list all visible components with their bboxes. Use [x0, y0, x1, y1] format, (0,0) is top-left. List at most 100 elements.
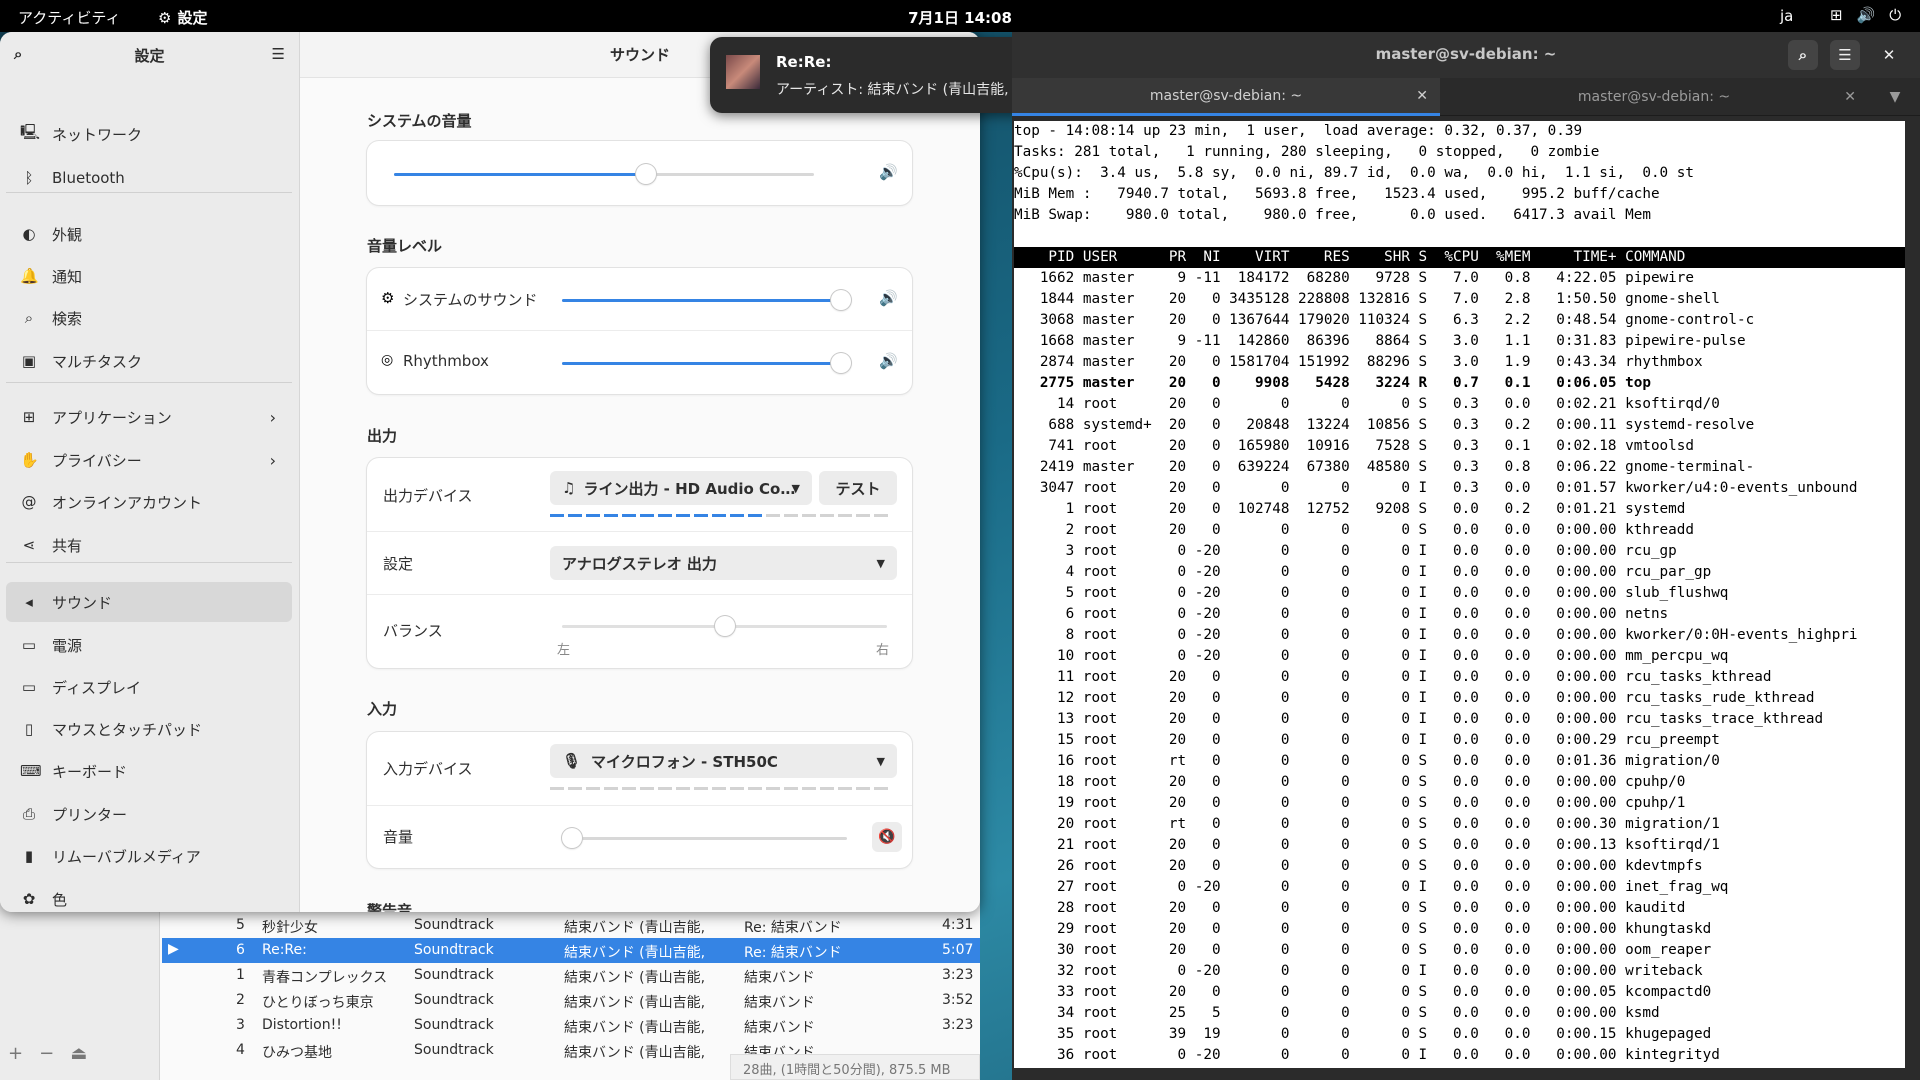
add-icon[interactable]: + [8, 1043, 23, 1064]
chevron-down-icon[interactable]: ▼ [1880, 78, 1910, 116]
process-row: 3068 master 20 0 1367644 179020 110324 S… [1014, 312, 1755, 328]
sidebar-item-share[interactable]: ⋖ 共有 [6, 525, 292, 565]
terminal-tab[interactable]: master@sv-debian: ~ ✕ [1440, 78, 1868, 116]
terminal-titlebar: master@sv-debian: ~ ⌕ ☰ ✕ [1012, 32, 1920, 78]
input-method-indicator[interactable]: ja [1780, 7, 1793, 25]
menu-icon[interactable]: ☰ [272, 45, 285, 63]
balance-slider[interactable] [562, 616, 887, 636]
process-row: 2775 master 20 0 9908 5428 3224 R 0.7 0.… [1014, 375, 1651, 391]
sidebar-item-label: アプリケーション [52, 408, 172, 427]
track-row[interactable]: ▶ 6 Re:Re: Soundtrack 結束バンド (青山吉能, ... Re: 結束… [162, 938, 980, 963]
mute-icon[interactable]: 🔇 [872, 822, 902, 852]
output-device-dropdown[interactable]: ♫ ライン出力 - HD Audio Co… ▼ [550, 471, 812, 505]
rhythmbox-label: Rhythmbox [403, 352, 489, 370]
close-icon[interactable]: ✕ [1844, 89, 1856, 105]
eject-icon[interactable]: ⏏ [70, 1043, 87, 1064]
sidebar-item-bell[interactable]: 🔔 通知 [6, 256, 292, 296]
sidebar-item-label: 検索 [52, 309, 83, 328]
mouse-icon: ▯ [24, 720, 34, 738]
app-menu[interactable]: ⚙ 設定 [158, 7, 207, 28]
sidebar-item-network[interactable]: 🖳 ネットワーク [6, 114, 292, 154]
meter-segment [568, 514, 582, 517]
chevron-down-icon: ▼ [876, 556, 885, 570]
volume-high-icon[interactable]: 🔊 [879, 289, 898, 307]
meter-segment [694, 787, 708, 790]
sidebar-item-label: マルチタスク [52, 352, 143, 371]
volume-high-icon[interactable]: 🔊 [879, 352, 898, 370]
sidebar-item-printer[interactable]: ⎙ プリンター [6, 794, 292, 834]
meter-segment [694, 514, 708, 517]
test-button[interactable]: テスト [819, 471, 897, 505]
sidebar-item-at[interactable]: @ オンラインアカウント [6, 482, 292, 522]
input-volume-slider[interactable] [562, 828, 847, 848]
track-artist: 結束バンド (青山吉能, ... [564, 1045, 704, 1061]
chevron-down-icon: ▼ [876, 754, 885, 768]
sidebar-item-label: サウンド [52, 593, 113, 612]
track-title: Distortion!! [262, 1017, 342, 1033]
sidebar-item-power[interactable]: ▭ 電源 [6, 625, 292, 665]
terminal-tab[interactable]: master@sv-debian: ~ ✕ [1012, 78, 1440, 116]
share-icon: ⋖ [22, 536, 36, 554]
track-row[interactable]: 3 Distortion!! Soundtrack 結束バンド (青山吉能, ... 結… [162, 1013, 980, 1038]
meter-segment [838, 514, 852, 517]
input-device-dropdown[interactable]: 🎙 マイクロフォン - STH50C ▼ [550, 744, 897, 778]
sidebar-item-keyboard[interactable]: ⌨ キーボード [6, 751, 292, 791]
sidebar-item-appearance[interactable]: ◐ 外観 [6, 214, 292, 254]
track-row[interactable]: 5 秒針少女 Soundtrack 結束バンド (青山吉能, ... Re: 結束バンド… [162, 913, 980, 938]
rhythmbox-sidebar: + − ⏏ [0, 900, 160, 1080]
sidebar-item-mouse[interactable]: ▯ マウスとタッチパッド [6, 709, 292, 749]
meter-segment [658, 514, 672, 517]
system-sounds-slider[interactable] [562, 290, 852, 310]
sidebar-item-search[interactable]: ⌕ 検索 [6, 298, 292, 338]
top-summary-line: MiB Mem : 7940.7 total, 5693.8 free, 152… [1014, 186, 1660, 202]
sidebar-item-sound[interactable]: ◂ サウンド [6, 582, 292, 622]
meter-segment [820, 787, 834, 790]
process-row: 2874 master 20 0 1581704 151992 88296 S … [1014, 354, 1703, 370]
sidebar-item-privacy[interactable]: ✋ プライバシー › [6, 440, 292, 480]
settings-sidebar: ⌕ 設定 ☰ 🖳 ネットワーク ᛒ Bluetooth ◐ 外観 🔔 通知 ⌕ 検索 ▣ マルチタスク… [0, 32, 300, 912]
process-row: 19 root 20 0 0 0 0 S 0.0 0.0 0:00.00 cpu… [1014, 795, 1686, 811]
sidebar-item-display[interactable]: ▭ ディスプレイ [6, 667, 292, 707]
meter-segment [658, 787, 672, 790]
track-number: 6 [236, 942, 245, 958]
clock[interactable]: 7月1日 14:08 [908, 9, 1012, 27]
terminal-output[interactable]: top - 14:08:14 up 23 min, 1 user, load a… [1014, 121, 1905, 1068]
meter-segment [766, 787, 780, 790]
rhythmbox-volume-slider[interactable] [562, 353, 852, 373]
menu-icon[interactable]: ☰ [1830, 40, 1860, 70]
meter-segment [802, 514, 816, 517]
activities-button[interactable]: アクティビティ [18, 7, 120, 28]
sidebar-item-apps[interactable]: ⊞ アプリケーション › [6, 397, 292, 437]
sidebar-item-color[interactable]: ✿ 色 [6, 879, 292, 912]
section-system-volume: システムの音量 [367, 112, 472, 130]
meter-segment [676, 514, 690, 517]
close-icon[interactable]: ✕ [1874, 40, 1904, 70]
close-icon[interactable]: ✕ [1416, 88, 1428, 104]
meter-segment [874, 787, 888, 790]
process-row: 10 root 0 -20 0 0 0 I 0.0 0.0 0:00.00 mm… [1014, 648, 1729, 664]
track-artist: 結束バンド (青山吉能, ... [564, 970, 704, 986]
app-menu-label: 設定 [177, 9, 208, 27]
search-icon[interactable]: ⌕ [1788, 40, 1818, 70]
volume-high-icon[interactable]: 🔊 [879, 163, 898, 181]
remove-icon[interactable]: − [39, 1043, 54, 1064]
process-row: 3047 root 20 0 0 0 0 I 0.3 0.0 0:01.57 k… [1014, 480, 1858, 496]
track-genre: Soundtrack [414, 992, 494, 1008]
appearance-icon: ◐ [22, 225, 36, 243]
search-icon[interactable]: ⌕ [14, 45, 22, 63]
sidebar-item-label: 共有 [52, 536, 83, 555]
system-tray[interactable]: ⊞ 🔊 ⏻ [1830, 6, 1901, 24]
input-card: 入力デバイス 🎙 マイクロフォン - STH50C ▼ 音量 🔇 [367, 732, 912, 868]
track-row[interactable]: 2 ひとりぼっち東京 Soundtrack 結束バンド (青山吉能, ... 結束バンド… [162, 988, 980, 1013]
sidebar-item-media[interactable]: ▮ リムーバブルメディア [6, 836, 292, 876]
process-row: 14 root 20 0 0 0 0 S 0.3 0.0 0:02.21 kso… [1014, 396, 1720, 412]
track-row[interactable]: 1 青春コンプレックス Soundtrack 結束バンド (青山吉能, ... 結束バン… [162, 963, 980, 988]
track-title: ひとりぼっち東京 [262, 995, 374, 1011]
track-artist: 結束バンド (青山吉能, ... [564, 945, 704, 961]
process-row: 2 root 20 0 0 0 0 S 0.0 0.0 0:00.00 kthr… [1014, 522, 1694, 538]
track-number: 2 [236, 992, 245, 1008]
system-volume-slider[interactable] [394, 164, 814, 184]
section-input: 入力 [367, 700, 398, 718]
output-config-dropdown[interactable]: アナログステレオ 出力 ▼ [550, 546, 897, 580]
sidebar-item-multitask[interactable]: ▣ マルチタスク [6, 341, 292, 381]
